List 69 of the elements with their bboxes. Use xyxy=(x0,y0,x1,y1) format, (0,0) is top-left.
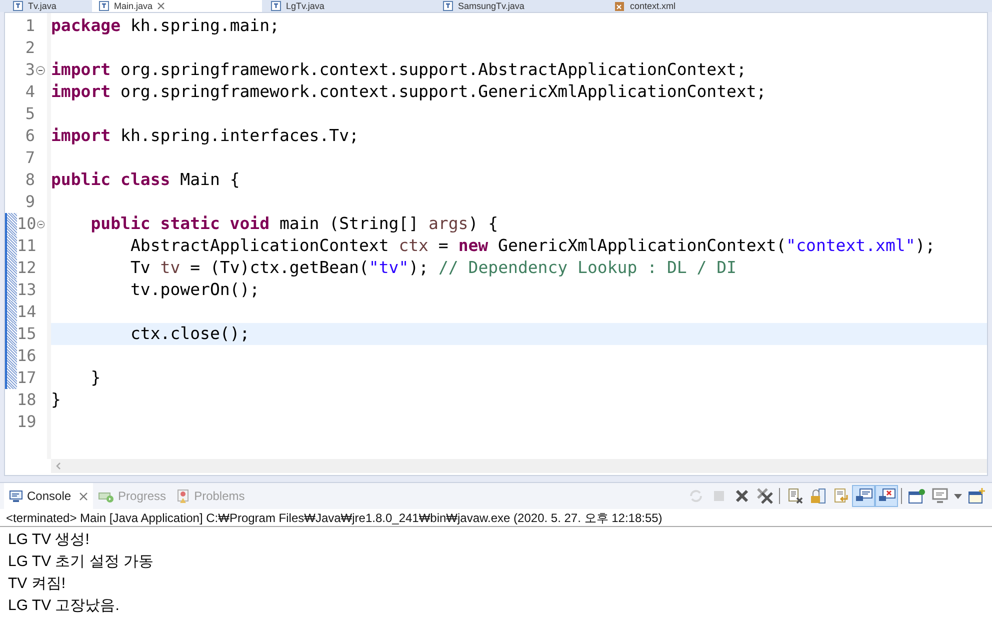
line-number: 6 xyxy=(25,125,35,147)
warning-sign-icon xyxy=(176,488,190,504)
line-number: 16 xyxy=(17,345,36,367)
line-number: 13 xyxy=(17,279,36,301)
code-line: import org.springframework.context.support.AbstractApplicationContext; xyxy=(51,59,746,81)
padlock-icon xyxy=(810,488,826,504)
line-number: 18 xyxy=(17,389,36,411)
collapse-icon[interactable] xyxy=(36,66,45,74)
monitor-message-icon xyxy=(854,488,872,504)
line-number: 11 xyxy=(17,235,36,257)
code-line: ctx.close(); xyxy=(129,323,250,345)
line-number: 1 xyxy=(25,15,35,37)
console-status: <terminated> Main [Java Application] C:₩Program Files₩Java₩jre1.8.0_241₩bin₩javaw.exe (2020. 5. 27. 오후 12:18:55) xyxy=(6,510,662,526)
line-number: 3 xyxy=(25,59,35,81)
code-line: } xyxy=(90,367,101,389)
line-number: 10 xyxy=(17,213,36,235)
line-number: 9 xyxy=(25,191,35,213)
tab-label: Console xyxy=(27,488,72,505)
code-line: import org.springframework.context.support.GenericXmlApplicationContext; xyxy=(51,81,766,103)
line-number: 12 xyxy=(17,257,36,279)
monitor-icon xyxy=(9,490,23,502)
console-output-line: LG TV 생성! xyxy=(8,530,90,550)
line-number: 7 xyxy=(25,147,35,169)
window-pin-icon xyxy=(908,488,926,504)
line-number: 2 xyxy=(25,37,35,59)
line-number: 17 xyxy=(17,367,36,389)
collapse-icon[interactable] xyxy=(37,220,45,228)
tab-label: SamsungTv.java xyxy=(458,1,524,11)
toolbar-button[interactable] xyxy=(852,485,875,507)
code-line: Tv tv = (Tv)ctx.getBean("tv"); // Dependency Lookup : DL / DI xyxy=(129,257,736,279)
monitor-error-icon xyxy=(878,488,896,504)
tab-label: Progress xyxy=(118,488,166,505)
console-output-line: TV 켜짐! xyxy=(8,574,67,594)
horizontal-scrollbar[interactable] xyxy=(51,459,987,473)
console-output-line: LG TV 고장났음. xyxy=(8,596,120,616)
tab-label: context.xml xyxy=(630,1,676,11)
double-x-icon xyxy=(756,488,772,504)
line-number: 5 xyxy=(25,103,35,125)
progress-bar-icon xyxy=(98,490,114,502)
close-icon[interactable] xyxy=(156,2,165,10)
line-number: 15 xyxy=(17,323,36,345)
tab-label: Main.java xyxy=(114,1,153,11)
line-number: 19 xyxy=(17,411,36,433)
toolbar-button[interactable] xyxy=(875,485,898,507)
sync-arrows-icon xyxy=(688,488,704,504)
code-line: AbstractApplicationContext ctx = new GenericXmlApplicationContext("context.xml"); xyxy=(129,235,936,257)
code-line: package kh.spring.main; xyxy=(51,15,280,37)
line-number: 8 xyxy=(25,169,35,191)
line-number: 14 xyxy=(17,301,36,323)
editor-tab[interactable]: Main.java xyxy=(92,0,262,12)
monitor-icon xyxy=(932,488,948,504)
code-line: } xyxy=(51,389,61,411)
code-line: tv.powerOn(); xyxy=(129,279,260,301)
line-number: 4 xyxy=(25,81,35,103)
stop-square-icon xyxy=(712,489,726,503)
console-tab[interactable]: Console xyxy=(4,483,94,509)
tab-label: Tv.java xyxy=(28,1,56,11)
close-icon[interactable] xyxy=(79,492,88,500)
new-window-icon xyxy=(968,488,986,504)
code-line: public class Main { xyxy=(51,169,240,191)
document-x-icon xyxy=(786,488,802,504)
close-x-icon xyxy=(734,489,748,503)
tab-label: Problems xyxy=(194,488,245,505)
code-line: public static void main (String[] args) { xyxy=(90,213,498,235)
tab-label: LgTv.java xyxy=(286,1,324,11)
dropdown-caret-icon[interactable] xyxy=(954,494,962,498)
document-arrow-icon xyxy=(832,488,848,504)
code-line: import kh.spring.interfaces.Tv; xyxy=(51,125,359,147)
console-output-line: LG TV 초기 설정 가동 xyxy=(8,552,155,572)
